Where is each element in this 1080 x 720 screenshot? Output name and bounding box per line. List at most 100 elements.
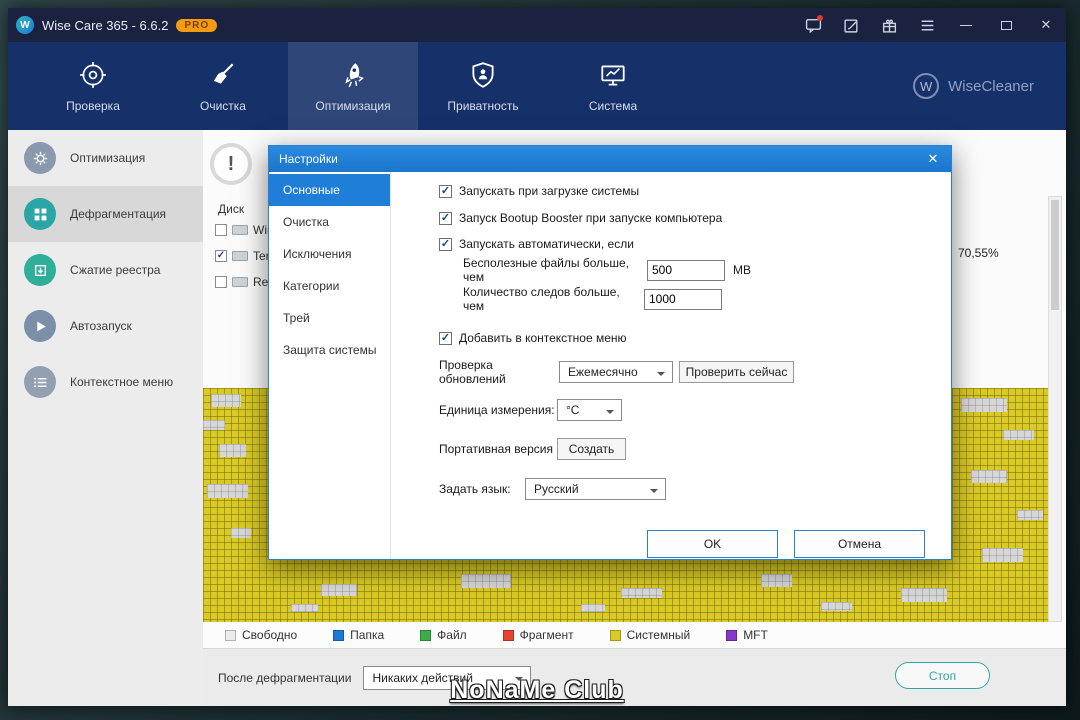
nav-label: Оптимизация xyxy=(315,98,391,113)
brand-name: WiseCleaner xyxy=(948,77,1034,95)
nav-tab-system[interactable]: Система xyxy=(548,42,678,130)
checkbox[interactable]: ✓ xyxy=(439,331,452,345)
scrollbar-thumb[interactable] xyxy=(1051,200,1059,310)
disk-usage-percent: 70,55% xyxy=(958,246,999,260)
pro-badge: PRO xyxy=(176,18,218,32)
close-button[interactable]: ✕ xyxy=(1026,8,1066,42)
drive-icon xyxy=(232,277,248,287)
map-scrollbar[interactable] xyxy=(1048,196,1062,622)
tab-general[interactable]: Основные xyxy=(269,174,390,206)
ok-button[interactable]: OK xyxy=(647,530,778,558)
map-legend: Свободно Папка Файл Фрагмент Системный M… xyxy=(203,622,1066,648)
check-now-button[interactable]: Проверить сейчас xyxy=(679,361,794,383)
list-icon xyxy=(24,366,56,398)
sidebar-item-context-menu[interactable]: Контекстное меню xyxy=(8,354,203,410)
nav-tab-tuneup[interactable]: Оптимизация xyxy=(288,42,418,130)
free-space-patch xyxy=(203,420,225,430)
sidebar-label: Контекстное меню xyxy=(70,375,174,389)
menu-icon[interactable] xyxy=(908,8,946,42)
legend-item: Свободно xyxy=(225,628,297,642)
legend-swatch-mft xyxy=(726,629,738,641)
option-auto-run[interactable]: ✓ Запускать автоматически, если xyxy=(439,233,634,255)
option-portable: Портативная версия Создать xyxy=(439,438,626,460)
free-space-patch xyxy=(621,588,662,598)
legend-item: MFT xyxy=(726,628,768,642)
minimize-button[interactable] xyxy=(946,8,986,42)
sidebar-item-optimization[interactable]: Оптимизация xyxy=(8,130,203,186)
free-space-patch xyxy=(1003,430,1034,440)
sidebar-label: Сжатие реестра xyxy=(70,263,161,277)
sidebar-item-autostart[interactable]: Автозапуск xyxy=(8,298,203,354)
update-frequency-select[interactable]: Ежемесячно xyxy=(559,361,673,383)
settings-content: ✓ Запускать при загрузке системы ✓ Запус… xyxy=(391,172,951,559)
disk-column-header: Диск xyxy=(218,202,245,216)
free-space-patch xyxy=(207,484,248,498)
maximize-button[interactable] xyxy=(986,8,1026,42)
drive-icon xyxy=(232,225,248,235)
settings-tabs: Основные Очистка Исключения Категории Тр… xyxy=(269,172,391,559)
monitor-icon xyxy=(601,65,625,86)
settings-dialog: Настройки ✕ Основные Очистка Исключения … xyxy=(268,145,952,560)
dialog-title: Настройки xyxy=(279,152,338,166)
titlebar-actions: ✕ xyxy=(794,8,1066,42)
option-bootup-booster[interactable]: ✓ Запуск Bootup Booster при запуске комп… xyxy=(439,207,722,229)
free-space-patch xyxy=(1017,510,1043,520)
traces-input[interactable] xyxy=(644,288,722,310)
dialog-titlebar: Настройки ✕ xyxy=(269,146,951,172)
legend-swatch-free xyxy=(225,629,236,641)
legend-item: Файл xyxy=(420,628,467,642)
checkbox[interactable]: ✓ xyxy=(439,237,452,251)
language-select[interactable]: Русский xyxy=(525,478,666,500)
stop-button[interactable]: Стоп xyxy=(895,662,990,689)
disk-checkbox[interactable] xyxy=(215,276,227,288)
dialog-actions: OK Отмена xyxy=(647,530,925,558)
checkbox[interactable]: ✓ xyxy=(439,211,452,225)
create-portable-button[interactable]: Создать xyxy=(557,438,626,460)
edit-feedback-icon[interactable] xyxy=(832,8,870,42)
play-icon xyxy=(24,310,56,342)
nav-label: Проверка xyxy=(66,98,120,113)
option-run-at-boot[interactable]: ✓ Запускать при загрузке системы xyxy=(439,180,639,202)
window-title: Wise Care 365 - 6.6.2 xyxy=(42,17,169,33)
disk-checkbox[interactable]: ✓ xyxy=(215,250,227,262)
legend-item: Фрагмент xyxy=(502,628,574,642)
useless-files-input[interactable] xyxy=(647,259,725,281)
titlebar: W Wise Care 365 - 6.6.2 PRO ✕ xyxy=(8,8,1066,42)
sidebar-item-defrag[interactable]: Дефрагментация xyxy=(8,186,203,242)
messages-icon[interactable] xyxy=(794,8,832,42)
gear-icon xyxy=(24,142,56,174)
legend-swatch-folder xyxy=(333,629,345,641)
sidebar-item-registry-compress[interactable]: Сжатие реестра xyxy=(8,242,203,298)
app-logo-icon: W xyxy=(16,16,34,34)
nav-tab-cleaner[interactable]: Очистка xyxy=(158,42,288,130)
defrag-blocks-icon xyxy=(24,198,56,230)
tab-tray[interactable]: Трей xyxy=(269,302,390,334)
target-icon xyxy=(80,61,106,88)
option-language: Задать язык: Русский xyxy=(439,478,666,500)
free-space-patch xyxy=(982,548,1023,562)
option-context-menu[interactable]: ✓ Добавить в контекстное меню xyxy=(439,327,627,349)
shield-icon xyxy=(472,61,494,88)
free-space-patch xyxy=(321,584,357,596)
cancel-button[interactable]: Отмена xyxy=(794,530,925,558)
option-useless-files: Бесполезные файлы больше, чем MB xyxy=(463,256,751,284)
disk-checkbox[interactable] xyxy=(215,224,227,236)
free-space-patch xyxy=(219,444,246,457)
temperature-unit-select[interactable]: °C xyxy=(557,399,622,421)
gift-icon[interactable] xyxy=(870,8,908,42)
free-space-patch xyxy=(581,604,605,612)
checkbox[interactable]: ✓ xyxy=(439,184,452,198)
sidebar-label: Автозапуск xyxy=(70,319,132,333)
notification-dot xyxy=(817,15,823,21)
tab-cleanup[interactable]: Очистка xyxy=(269,206,390,238)
nav-tab-checkup[interactable]: Проверка xyxy=(28,42,158,130)
nav-label: Приватность xyxy=(447,98,519,113)
tab-categories[interactable]: Категории xyxy=(269,270,390,302)
tab-system-protection[interactable]: Защита системы xyxy=(269,334,390,366)
rocket-icon xyxy=(345,62,364,87)
tab-exclusions[interactable]: Исключения xyxy=(269,238,390,270)
dialog-close-icon[interactable]: ✕ xyxy=(915,146,951,172)
sidebar-label: Оптимизация xyxy=(70,151,146,165)
free-space-patch xyxy=(231,528,251,538)
nav-tab-privacy[interactable]: Приватность xyxy=(418,42,548,130)
